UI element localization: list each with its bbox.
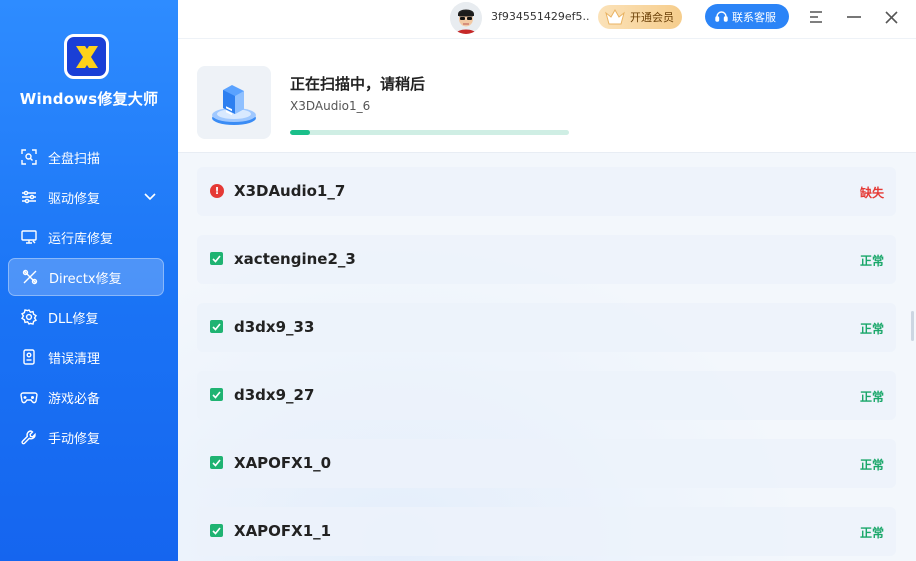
tools-icon [21, 268, 39, 286]
item-status: 正常 [859, 526, 884, 540]
checkbox-checked-icon [210, 456, 224, 470]
scan-current-item: X3DAudio1_6 [290, 99, 371, 113]
user-id: 3f934551429ef5.. [491, 10, 590, 23]
menu-icon[interactable] [806, 7, 826, 27]
sliders-icon [20, 188, 38, 206]
item-name: d3dx9_33 [234, 318, 315, 336]
item-name: X3DAudio1_7 [234, 182, 346, 200]
gear-icon [20, 308, 38, 326]
item-name: xactengine2_3 [234, 250, 356, 268]
sidebar: Windows修复大师 全盘扫描 驱动修复 运行库修复 Directx修复 DL… [0, 0, 178, 561]
scan-progress-fill [290, 130, 310, 135]
contact-support-button[interactable]: 联系客服 [705, 4, 789, 29]
scan-result-list[interactable]: ! X3DAudio1_7 缺失 xactengine2_3 正常 d3dx9_33 正常 d… [178, 153, 916, 561]
headset-icon [715, 10, 728, 26]
sidebar-nav: 全盘扫描 驱动修复 运行库修复 Directx修复 DLL修复 错误清理 游戏必… [0, 138, 178, 458]
item-status: 正常 [859, 390, 884, 404]
item-status: 缺失 [859, 186, 884, 200]
item-status: 正常 [859, 458, 884, 472]
app-logo [64, 34, 109, 79]
checkbox-checked-icon [210, 320, 224, 334]
app-name: Windows修复大师 [19, 90, 159, 108]
sidebar-item-label: 手动修复 [48, 431, 101, 447]
item-name: d3dx9_27 [234, 386, 315, 404]
checkbox-checked-icon [210, 388, 224, 402]
sidebar-item-label: 游戏必备 [48, 391, 101, 407]
scan-icon [20, 148, 38, 166]
top-bar: 3f934551429ef5.. 开通会员 联系客服 [178, 0, 916, 38]
chevron-down-icon[interactable] [144, 190, 156, 205]
sidebar-item-full-scan[interactable]: 全盘扫描 [8, 138, 164, 176]
sidebar-item-directx-repair[interactable]: Directx修复 [8, 258, 164, 296]
sidebar-item-driver-repair[interactable]: 驱动修复 [8, 178, 164, 216]
vip-label: 开通会员 [630, 11, 674, 24]
sidebar-item-label: 运行库修复 [48, 231, 114, 247]
avatar[interactable] [450, 2, 482, 34]
sidebar-item-label: 驱动修复 [48, 191, 101, 207]
list-item[interactable]: d3dx9_33 正常 [197, 303, 896, 352]
item-name: XAPOFX1_0 [234, 454, 332, 472]
sidebar-item-label: Directx修复 [49, 271, 122, 287]
sidebar-item-runtime-repair[interactable]: 运行库修复 [8, 218, 164, 256]
sidebar-item-dll-repair[interactable]: DLL修复 [8, 298, 164, 336]
list-item[interactable]: ! X3DAudio1_7 缺失 [197, 167, 896, 216]
scrollbar[interactable] [911, 311, 914, 341]
close-icon[interactable] [881, 7, 901, 27]
scan-illustration [197, 66, 271, 139]
list-item[interactable]: d3dx9_27 正常 [197, 371, 896, 420]
sidebar-item-manual-repair[interactable]: 手动修复 [8, 418, 164, 456]
list-item[interactable]: XAPOFX1_1 正常 [197, 507, 896, 556]
item-status: 正常 [859, 254, 884, 268]
scan-title: 正在扫描中，请稍后 [290, 75, 426, 93]
sidebar-item-label: DLL修复 [48, 311, 99, 327]
sidebar-item-label: 错误清理 [48, 351, 101, 367]
sidebar-item-label: 全盘扫描 [48, 151, 101, 167]
sidebar-item-error-clean[interactable]: 错误清理 [8, 338, 164, 376]
wrench-icon [20, 428, 38, 446]
minimize-icon[interactable] [844, 7, 864, 27]
checkbox-checked-icon [210, 252, 224, 266]
checkbox-checked-icon [210, 524, 224, 538]
vip-button[interactable]: 开通会员 [598, 5, 682, 29]
error-icon: ! [210, 184, 224, 198]
gamepad-icon [20, 388, 38, 406]
crown-icon [604, 8, 626, 29]
monitor-icon [20, 228, 38, 246]
scan-progress-bar [290, 130, 569, 135]
item-name: XAPOFX1_1 [234, 522, 332, 540]
sidebar-item-game-essentials[interactable]: 游戏必备 [8, 378, 164, 416]
support-label: 联系客服 [732, 10, 776, 24]
item-status: 正常 [859, 322, 884, 336]
list-item[interactable]: XAPOFX1_0 正常 [197, 439, 896, 488]
scan-status-panel: 正在扫描中，请稍后 X3DAudio1_6 [178, 38, 916, 153]
list-item[interactable]: xactengine2_3 正常 [197, 235, 896, 284]
document-icon [20, 348, 38, 366]
